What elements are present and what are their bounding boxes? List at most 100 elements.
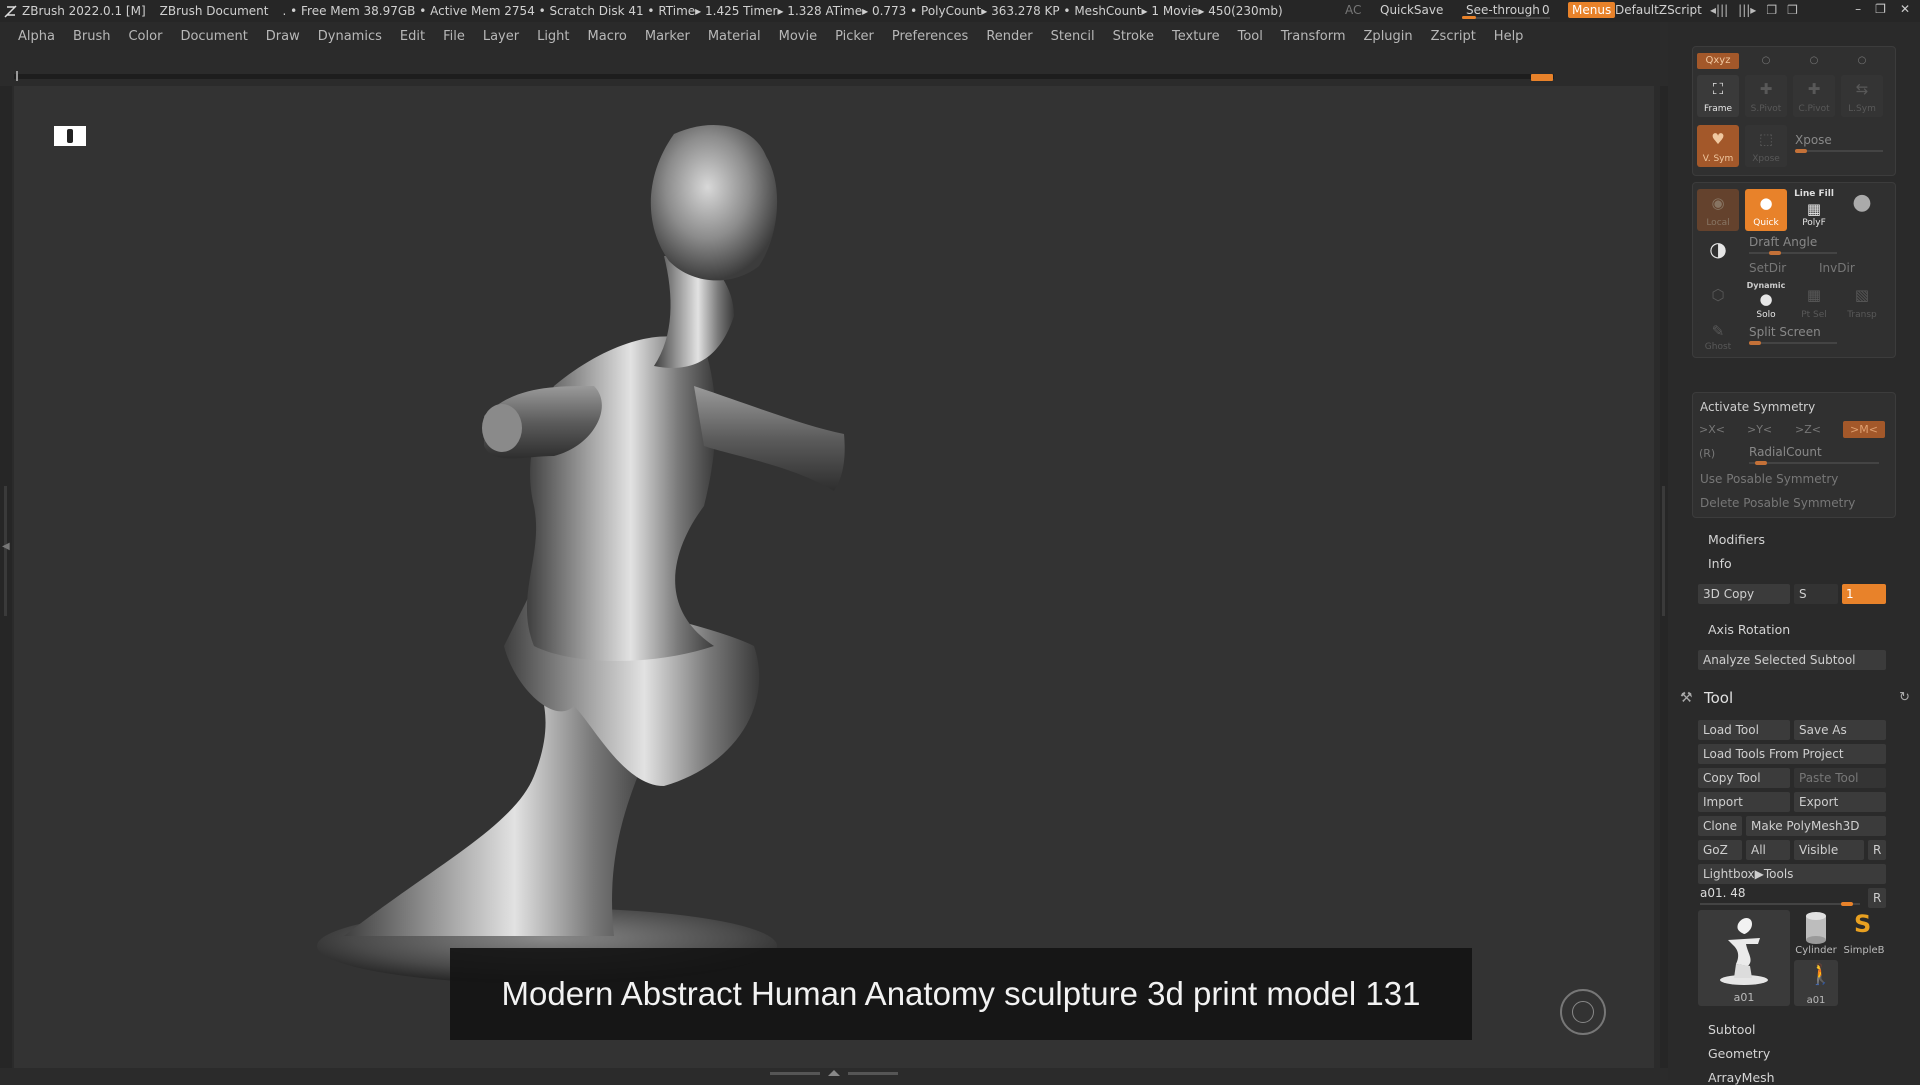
menu-light[interactable]: Light bbox=[528, 29, 578, 44]
solo-button[interactable]: Dynamic ● Solo bbox=[1745, 281, 1787, 323]
make-polymesh3d-button[interactable]: Make PolyMesh3D bbox=[1746, 816, 1886, 836]
arraymesh-section[interactable]: ArrayMesh bbox=[1708, 1070, 1775, 1085]
menu-preferences[interactable]: Preferences bbox=[883, 29, 977, 44]
symmetry-m-toggle[interactable]: >M< bbox=[1843, 421, 1885, 438]
bottom-tray-grip[interactable] bbox=[770, 1070, 900, 1076]
menu-layer[interactable]: Layer bbox=[474, 29, 528, 44]
quicksave-button[interactable]: QuickSave bbox=[1380, 3, 1443, 17]
load-tool-button[interactable]: Load Tool bbox=[1698, 720, 1790, 740]
lsym-button[interactable]: ⇆ L.Sym bbox=[1841, 75, 1883, 117]
menu-movie[interactable]: Movie bbox=[770, 29, 826, 44]
view-tab-2[interactable]: ○ bbox=[1745, 53, 1787, 69]
windows-icon[interactable]: ❒ bbox=[1787, 3, 1798, 17]
xpose-tile[interactable]: ⬚ Xpose bbox=[1745, 125, 1787, 167]
menus-toggle[interactable]: Menus bbox=[1568, 2, 1616, 18]
goz-all-button[interactable]: All bbox=[1746, 840, 1790, 860]
menu-draw[interactable]: Draw bbox=[257, 29, 309, 44]
modifiers-section[interactable]: Modifiers bbox=[1708, 532, 1765, 547]
split-screen-thumb[interactable] bbox=[1749, 341, 1761, 345]
clone-button[interactable]: Clone bbox=[1698, 816, 1742, 836]
symmetry-radial-toggle[interactable]: (R) bbox=[1699, 447, 1715, 460]
timeline-track[interactable] bbox=[14, 71, 1554, 81]
cube-button[interactable]: ⬡ bbox=[1697, 281, 1739, 323]
menu-tool[interactable]: Tool bbox=[1229, 29, 1272, 44]
menu-dynamics[interactable]: Dynamics bbox=[309, 29, 391, 44]
invdir-button[interactable]: InvDir bbox=[1819, 261, 1855, 275]
frame-button[interactable]: ⛶ Frame bbox=[1697, 75, 1739, 117]
tool-palette-header[interactable]: ⚒ Tool ↻ bbox=[1680, 688, 1910, 710]
setdir-button[interactable]: SetDir bbox=[1749, 261, 1786, 275]
copy3d-s-value[interactable]: 1 bbox=[1842, 584, 1886, 604]
xyz-tab[interactable]: Qxyz bbox=[1697, 53, 1739, 69]
menu-zplugin[interactable]: Zplugin bbox=[1355, 29, 1422, 44]
default-zscript-button[interactable]: DefaultZScript bbox=[1615, 3, 1702, 17]
export-button[interactable]: Export bbox=[1794, 792, 1886, 812]
timeline-knob[interactable] bbox=[1531, 74, 1553, 81]
menu-file[interactable]: File bbox=[434, 29, 474, 44]
axis-rotation-section[interactable]: Axis Rotation bbox=[1708, 622, 1790, 637]
polyf-button[interactable]: Line Fill ▦ PolyF bbox=[1793, 189, 1835, 231]
tool-thumb-a01-small[interactable]: 🚶 a01 bbox=[1794, 960, 1838, 1006]
subtool-section[interactable]: Subtool bbox=[1708, 1022, 1755, 1037]
draft-angle-slider[interactable]: Draft Angle bbox=[1749, 235, 1839, 255]
left-tray-expand-icon[interactable]: ◀ bbox=[2, 541, 10, 552]
menu-alpha[interactable]: Alpha bbox=[0, 29, 64, 44]
restore-icon[interactable]: ❐ bbox=[1875, 2, 1886, 16]
document-canvas[interactable]: Modern Abstract Human Anatomy sculpture … bbox=[14, 86, 1654, 1068]
tool-thumb-cylinder[interactable]: Cylinder bbox=[1794, 910, 1838, 956]
close-icon[interactable]: ✕ bbox=[1900, 2, 1910, 16]
menu-brush[interactable]: Brush bbox=[64, 29, 120, 44]
xpose-thumb[interactable] bbox=[1795, 149, 1807, 153]
radial-count-slider[interactable]: RadialCount bbox=[1749, 445, 1889, 465]
dock-left-icon[interactable]: ◂||| bbox=[1710, 3, 1728, 17]
activate-symmetry-button[interactable]: Activate Symmetry bbox=[1695, 397, 1893, 417]
current-tool-thumb[interactable] bbox=[1841, 902, 1853, 906]
current-tool-slider[interactable]: a01. 48 bbox=[1700, 886, 1860, 906]
goz-r-button[interactable]: R bbox=[1868, 840, 1886, 860]
material-sphere-button[interactable]: ● bbox=[1841, 189, 1883, 231]
tool-thumb-a01[interactable]: a01 bbox=[1698, 910, 1790, 1006]
lightbox-tools-button[interactable]: Lightbox▶Tools bbox=[1698, 864, 1886, 884]
sculpture-model[interactable] bbox=[14, 86, 1654, 1068]
ghost-button[interactable]: ✎ Ghost bbox=[1697, 321, 1739, 355]
paste-tool-button[interactable]: Paste Tool bbox=[1794, 768, 1886, 788]
goz-button[interactable]: GoZ bbox=[1698, 840, 1742, 860]
import-button[interactable]: Import bbox=[1698, 792, 1790, 812]
refresh-icon[interactable]: ↻ bbox=[1899, 690, 1910, 705]
menu-render[interactable]: Render bbox=[977, 29, 1041, 44]
xpose-slider[interactable]: Xpose bbox=[1795, 133, 1885, 153]
cpivot-button[interactable]: ✚ C.Pivot bbox=[1793, 75, 1835, 117]
load-tools-from-project-button[interactable]: Load Tools From Project bbox=[1698, 744, 1886, 764]
delete-posable-symmetry-button[interactable]: Delete Posable Symmetry bbox=[1695, 493, 1893, 513]
split-screen-slider[interactable]: Split Screen bbox=[1749, 325, 1839, 345]
symmetry-y-toggle[interactable]: >Y< bbox=[1747, 423, 1772, 436]
radial-count-thumb[interactable] bbox=[1755, 461, 1767, 465]
minimize-icon[interactable]: – bbox=[1855, 2, 1861, 16]
menu-macro[interactable]: Macro bbox=[579, 29, 636, 44]
layout-icon[interactable]: ❐ bbox=[1766, 3, 1777, 17]
bottom-tray-expand-icon[interactable] bbox=[828, 1070, 840, 1076]
view-tab-3[interactable]: ○ bbox=[1793, 53, 1835, 69]
analyze-subtool-button[interactable]: Analyze Selected Subtool bbox=[1698, 650, 1886, 670]
current-tool-r-button[interactable]: R bbox=[1868, 888, 1886, 908]
ac-button[interactable]: AC bbox=[1345, 3, 1361, 17]
copy-tool-button[interactable]: Copy Tool bbox=[1698, 768, 1790, 788]
copy3d-button[interactable]: 3D Copy bbox=[1698, 584, 1790, 604]
menu-stroke[interactable]: Stroke bbox=[1104, 29, 1163, 44]
use-posable-symmetry-button[interactable]: Use Posable Symmetry bbox=[1695, 469, 1893, 489]
contrast-button[interactable]: ◑ bbox=[1697, 235, 1739, 277]
symmetry-z-toggle[interactable]: >Z< bbox=[1795, 423, 1821, 436]
draft-angle-thumb[interactable] bbox=[1769, 251, 1781, 255]
see-through-thumb[interactable] bbox=[1462, 16, 1476, 19]
view-tab-4[interactable]: ○ bbox=[1841, 53, 1883, 69]
navigation-gizmo-icon[interactable] bbox=[1560, 989, 1606, 1035]
see-through-slider[interactable]: See-through 0 bbox=[1462, 2, 1550, 19]
menu-edit[interactable]: Edit bbox=[391, 29, 434, 44]
menu-color[interactable]: Color bbox=[119, 29, 171, 44]
right-tray-grip[interactable] bbox=[1662, 486, 1665, 616]
menu-marker[interactable]: Marker bbox=[636, 29, 699, 44]
menu-texture[interactable]: Texture bbox=[1163, 29, 1229, 44]
menu-material[interactable]: Material bbox=[699, 29, 770, 44]
quick-button[interactable]: ● Quick bbox=[1745, 189, 1787, 231]
vsym-button[interactable]: ♥ V. Sym bbox=[1697, 125, 1739, 167]
